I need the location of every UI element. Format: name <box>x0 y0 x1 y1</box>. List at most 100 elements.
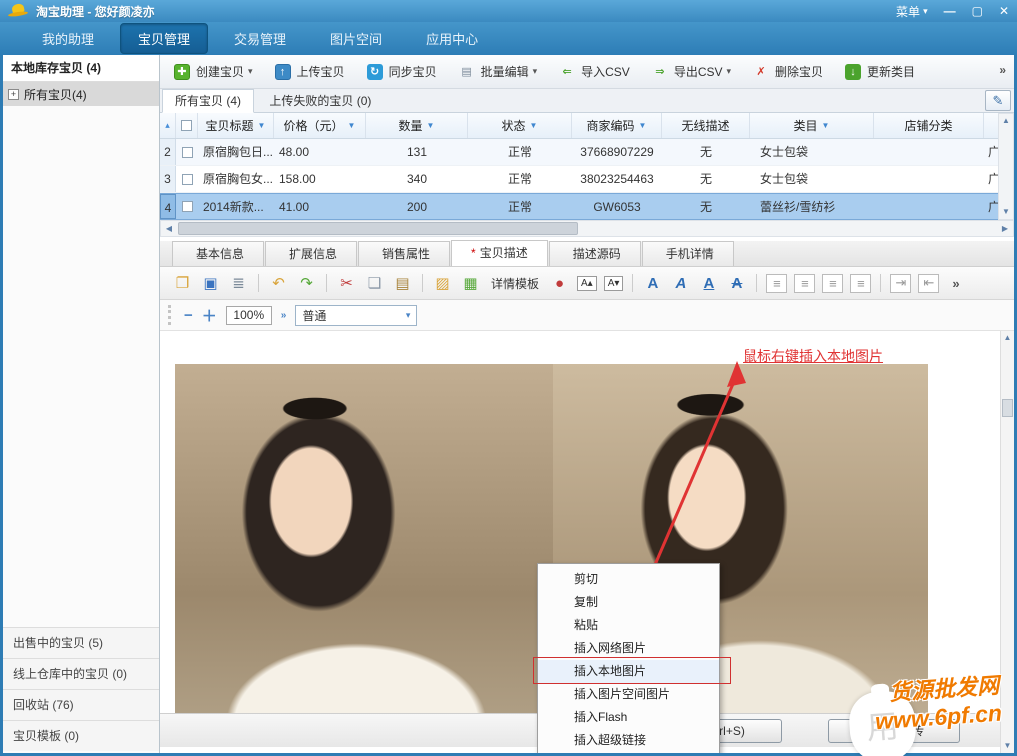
font-decrease-icon[interactable]: A▾ <box>604 276 624 291</box>
scrollbar-thumb[interactable] <box>178 222 578 235</box>
sort-corner[interactable]: ▴ <box>160 113 176 138</box>
zoom-in-button[interactable]: ＋ <box>202 305 217 326</box>
detail-template-button[interactable]: 详情模板 <box>488 273 542 294</box>
editor-more-icon[interactable]: » <box>952 273 959 294</box>
scroll-down-icon[interactable]: ▼ <box>999 205 1013 219</box>
font-increase-icon[interactable]: A▴ <box>577 276 597 291</box>
sidebar-item-all-items[interactable]: + 所有宝贝(4) <box>3 82 159 106</box>
col-header-merchant-code[interactable]: 商家编码▼ <box>572 113 662 138</box>
copy-icon[interactable]: ❏ <box>364 273 385 294</box>
undo-icon[interactable]: ↶ <box>268 273 289 294</box>
filter-icon[interactable]: ▼ <box>530 121 538 130</box>
batch-edit-button[interactable]: ▤ 批量编辑 ▾ <box>459 63 538 80</box>
scroll-up-icon[interactable]: ▲ <box>999 114 1013 128</box>
nav-tab[interactable]: 交易管理 <box>216 23 304 54</box>
col-header-quantity[interactable]: 数量▼ <box>366 113 468 138</box>
italic-icon[interactable]: A <box>670 273 691 294</box>
col-header-category[interactable]: 类目▼ <box>750 113 874 138</box>
import-csv-button[interactable]: ⇐ 导入CSV <box>559 63 630 80</box>
context-menu-item[interactable]: 插入超级链接 <box>538 729 719 752</box>
filter-icon[interactable]: ▼ <box>348 121 356 130</box>
scrollbar-thumb[interactable] <box>1002 399 1013 417</box>
row-checkbox[interactable] <box>176 139 198 165</box>
close-button[interactable]: ✕ <box>999 4 1009 18</box>
export-csv-button[interactable]: ⇒ 导出CSV ▾ <box>652 63 731 80</box>
filter-icon[interactable]: ▼ <box>822 121 830 130</box>
delete-item-button[interactable]: ✗ 删除宝贝 <box>753 63 823 80</box>
sidebar-panel-item[interactable]: 回收站 (76) <box>3 689 159 720</box>
table-row[interactable]: 4 2014新款... 41.00 200 正常 GW6053 无 蕾丝衫/雪纺… <box>160 193 998 220</box>
chevron-down-icon[interactable]: ▾ <box>727 66 732 77</box>
menu-button[interactable]: 菜单 ▾ <box>896 3 928 20</box>
detail-tab[interactable]: 基本信息 <box>172 241 264 266</box>
save-icon[interactable]: ▣ <box>200 273 221 294</box>
align-right-icon[interactable]: ≡ <box>822 274 843 293</box>
context-menu-item[interactable]: 粘贴 <box>538 614 719 637</box>
edit-columns-icon[interactable]: ✎ <box>985 90 1011 111</box>
upload-item-button[interactable]: ↑ 上传宝贝 <box>275 63 345 80</box>
chevron-down-icon[interactable]: ▾ <box>533 66 538 77</box>
context-menu-item[interactable]: 插入Flash <box>538 706 719 729</box>
drag-grip-icon[interactable] <box>168 305 171 325</box>
align-left-icon[interactable]: ≡ <box>766 274 787 293</box>
scroll-down-icon[interactable]: ▼ <box>1001 739 1014 753</box>
cut-icon[interactable]: ✂ <box>336 273 357 294</box>
table-horizontal-scrollbar[interactable]: ◀ ▶ <box>160 220 1014 237</box>
col-header-shop-category[interactable]: 店铺分类 <box>874 113 984 138</box>
sync-item-button[interactable]: ↻ 同步宝贝 <box>367 63 437 80</box>
table-vertical-scrollbar[interactable]: ▲ ▼ <box>998 113 1014 220</box>
outdent-icon[interactable]: ⇤ <box>918 274 939 293</box>
maximize-button[interactable]: ▢ <box>972 4 983 18</box>
row-checkbox[interactable] <box>176 166 198 192</box>
detail-tab[interactable]: 描述源码 <box>549 241 641 266</box>
paste-icon[interactable]: ▤ <box>392 273 413 294</box>
detail-tab[interactable]: 扩展信息 <box>265 241 357 266</box>
col-header-title[interactable]: 宝贝标题▼ <box>198 113 274 138</box>
zoom-value-input[interactable]: 100% <box>226 306 272 325</box>
paragraph-style-select[interactable]: 普通 ▾ <box>295 305 417 326</box>
toolbar-overflow-icon[interactable]: » <box>999 63 1006 77</box>
redo-icon[interactable]: ↷ <box>296 273 317 294</box>
tab-all-items[interactable]: 所有宝贝 (4) <box>162 89 254 113</box>
underline-icon[interactable]: A <box>698 273 719 294</box>
open-icon[interactable]: ❐ <box>172 273 193 294</box>
bold-icon[interactable]: A <box>642 273 663 294</box>
context-menu-item[interactable]: 复制 <box>538 591 719 614</box>
nav-tab[interactable]: 我的助理 <box>24 23 112 54</box>
filter-icon[interactable]: ▼ <box>427 121 435 130</box>
tab-failed-uploads[interactable]: 上传失败的宝贝 (0) <box>257 90 383 114</box>
create-item-button[interactable]: ✚ 创建宝贝 ▾ <box>174 63 253 80</box>
table-row[interactable]: 3 原宿胸包女... 158.00 340 正常 38023254463 无 女… <box>160 166 998 193</box>
scroll-left-icon[interactable]: ◀ <box>161 221 177 236</box>
sidebar-panel-item[interactable]: 出售中的宝贝 (5) <box>3 627 159 658</box>
sidebar-panel-item[interactable]: 宝贝模板 (0) <box>3 720 159 751</box>
detail-tab[interactable]: * 宝贝描述 <box>451 240 548 266</box>
indent-icon[interactable]: ⇥ <box>890 274 911 293</box>
minimize-button[interactable]: — <box>944 4 956 18</box>
row-checkbox[interactable] <box>176 194 198 219</box>
insert-file-icon[interactable]: ▨ <box>432 273 453 294</box>
sidebar-panel-item[interactable]: 线上仓库中的宝贝 (0) <box>3 658 159 689</box>
zoom-more-icon[interactable]: » <box>281 310 287 321</box>
detail-tab[interactable]: 手机详情 <box>642 241 734 266</box>
nav-tab[interactable]: 宝贝管理 <box>120 23 208 54</box>
select-all-checkbox[interactable] <box>176 113 198 138</box>
filter-icon[interactable]: ▼ <box>258 121 266 130</box>
detail-tab[interactable]: 销售属性 <box>358 241 450 266</box>
col-header-status[interactable]: 状态▼ <box>468 113 572 138</box>
align-justify-icon[interactable]: ≡ <box>850 274 871 293</box>
context-menu-item[interactable]: 剪切 <box>538 568 719 591</box>
table-row[interactable]: 2 原宿胸包日... 48.00 131 正常 37668907229 无 女士… <box>160 139 998 166</box>
nav-tab[interactable]: 应用中心 <box>408 23 496 54</box>
strike-icon[interactable]: A <box>726 273 747 294</box>
scroll-right-icon[interactable]: ▶ <box>997 221 1013 236</box>
context-menu-item[interactable]: 插入图片空间图片 <box>538 683 719 706</box>
page-setup-icon[interactable]: ≣ <box>228 273 249 294</box>
zoom-out-button[interactable]: − <box>184 307 193 324</box>
tree-expander-icon[interactable]: + <box>8 89 19 100</box>
nav-tab[interactable]: 图片空间 <box>312 23 400 54</box>
scroll-up-icon[interactable]: ▲ <box>1001 331 1014 345</box>
update-category-button[interactable]: ↓ 更新类目 <box>845 63 915 80</box>
col-header-wireless[interactable]: 无线描述 <box>662 113 750 138</box>
align-center-icon[interactable]: ≡ <box>794 274 815 293</box>
